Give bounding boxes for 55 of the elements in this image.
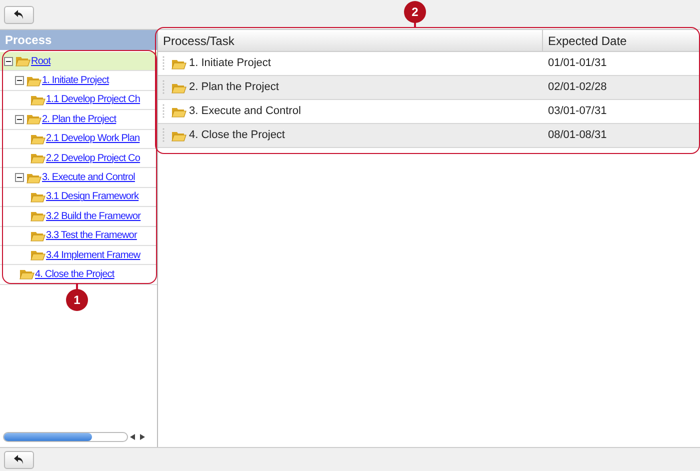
folder-icon [30,190,46,203]
tree-node-link[interactable]: 3.3 Test the Framewor [46,228,137,244]
table-cell-text: 3. Execute and Control [189,104,301,120]
scroll-left-icon[interactable] [130,434,135,440]
folder-icon [30,152,46,164]
tree-node-link[interactable]: 3.2 Build the Framewor [46,208,141,224]
folder-icon [26,74,42,87]
tree-node-link[interactable]: 3.4 Implement Framew [46,248,140,263]
tree-node-link[interactable]: 4. Close the Project [35,266,114,282]
table-cell: 02/01-02/28 [548,81,607,94]
panel-header: Process [0,30,157,50]
tree-node-link[interactable]: Root [31,54,51,69]
collapse-icon[interactable] [15,114,24,124]
callout-badge: 2 [404,1,426,23]
folder-icon [30,132,46,145]
folder-icon [30,230,46,242]
tree-node-link[interactable]: 2. Plan the Project [42,112,116,127]
tree-node-link[interactable]: 1. Initiate Project [42,73,109,88]
folder-icon [171,82,187,94]
tree-node-link[interactable]: 3. Execute and Control [42,170,135,186]
tree-node-link[interactable]: 1.1 Develop Project Ch [46,92,140,108]
tree-node-link[interactable]: 2.1 Develop Work Plan [46,131,140,146]
back-arrow-icon [13,9,25,20]
folder-icon [26,113,42,126]
table-cell: 01/01-01/31 [548,57,607,70]
collapse-icon[interactable] [15,76,24,86]
table-cell-text: 4. Close the Project [189,128,285,144]
collapse-icon[interactable] [4,56,13,66]
folder-icon [15,55,31,68]
folder-icon [26,172,42,184]
back-arrow-icon [13,454,25,465]
folder-icon [19,268,35,280]
back-button[interactable] [4,6,34,24]
scrollbar-thumb[interactable] [4,433,92,441]
folder-icon [171,58,187,70]
folder-icon [30,94,46,106]
drag-handle-icon[interactable] [162,56,165,72]
folder-icon [171,106,187,118]
back-button[interactable] [4,450,34,468]
tree-node-link[interactable]: 2.2 Develop Project Co [46,150,140,166]
drag-handle-icon[interactable] [162,80,165,96]
drag-handle-icon[interactable] [162,128,165,144]
table-cell-text: 1. Initiate Project [189,56,271,72]
folder-icon [30,249,46,262]
scroll-right-icon[interactable] [140,434,145,440]
tree-node-link[interactable]: 3.1 Design Framework [46,189,139,204]
table-cell: 03/01-07/31 [548,105,607,118]
table-cell-text: 2. Plan the Project [189,80,279,96]
drag-handle-icon[interactable] [162,104,165,120]
folder-icon [30,210,46,222]
folder-icon [171,130,187,142]
table-cell: 08/01-08/31 [548,129,607,142]
column-header[interactable]: Expected Date [543,30,700,51]
collapse-icon[interactable] [15,173,24,182]
column-header[interactable]: Process/Task [158,30,543,51]
